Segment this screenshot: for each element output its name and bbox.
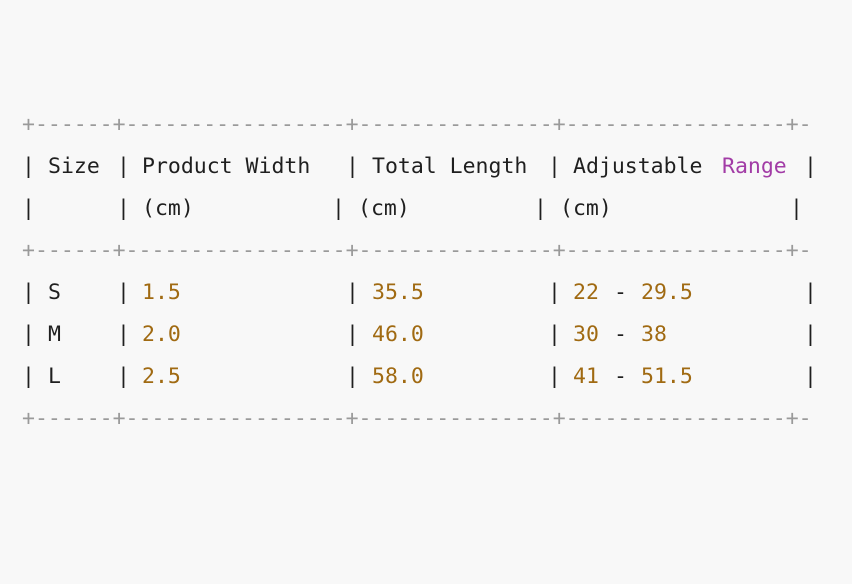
pipe: |: [346, 322, 359, 347]
cell-range-max: 38: [641, 322, 667, 347]
table-row: | M | 2.0 | 46.0 | 30 - 38 |: [22, 314, 817, 356]
cell-length: 35.5: [372, 280, 424, 305]
header-product-width: Product Width: [142, 154, 311, 179]
pipe: |: [804, 154, 817, 179]
header-adjustable: Adjustable: [573, 154, 703, 179]
table-row: | S | 1.5 | 35.5 | 22 - 29.5 |: [22, 272, 817, 314]
header-range: Range: [722, 154, 787, 179]
pipe: |: [332, 196, 345, 221]
cell-range-dash: -: [614, 322, 627, 347]
pipe: |: [346, 364, 359, 389]
cell-range-dash: -: [614, 364, 627, 389]
pipe: |: [548, 280, 561, 305]
border-line: +------+-----------------+--------------…: [22, 112, 812, 137]
cell-range-dash: -: [614, 280, 627, 305]
pipe: |: [548, 364, 561, 389]
cell-size: S: [48, 280, 61, 305]
pipe: |: [22, 154, 35, 179]
table-border-top: +------+-----------------+--------------…: [22, 104, 812, 146]
pipe: |: [22, 322, 35, 347]
cell-width: 2.0: [142, 322, 181, 347]
table-row: | L | 2.5 | 58.0 | 41 - 51.5 |: [22, 356, 817, 398]
pipe: |: [22, 280, 35, 305]
header-row-1: | Size | Product Width | Total Length | …: [22, 146, 817, 188]
cell-size: L: [48, 364, 61, 389]
cell-range-max: 29.5: [641, 280, 693, 305]
header-width-unit: (cm): [142, 196, 194, 221]
cell-length: 46.0: [372, 322, 424, 347]
cell-range-min: 22: [573, 280, 599, 305]
pipe: |: [790, 196, 803, 221]
header-size: Size: [48, 154, 100, 179]
header-total-length: Total Length: [372, 154, 528, 179]
cell-range-max: 51.5: [641, 364, 693, 389]
border-line: +------+-----------------+--------------…: [22, 406, 812, 431]
pipe: |: [804, 322, 817, 347]
pipe: |: [804, 280, 817, 305]
cell-length: 58.0: [372, 364, 424, 389]
table-border-bottom: +------+-----------------+--------------…: [22, 398, 812, 440]
pipe: |: [346, 280, 359, 305]
pipe: |: [22, 364, 35, 389]
pipe: |: [117, 154, 130, 179]
size-table: +------+-----------------+--------------…: [22, 104, 817, 440]
pipe: |: [117, 280, 130, 305]
pipe: |: [548, 154, 561, 179]
table-border-header: +------+-----------------+--------------…: [22, 230, 812, 272]
header-row-2: | | (cm) | (cm) | (cm) |: [22, 188, 803, 230]
page: +------+-----------------+--------------…: [0, 0, 852, 584]
pipe: |: [117, 322, 130, 347]
pipe: |: [534, 196, 547, 221]
pipe: |: [117, 364, 130, 389]
cell-size: M: [48, 322, 61, 347]
pipe: |: [804, 364, 817, 389]
pipe: |: [22, 196, 35, 221]
border-line: +------+-----------------+--------------…: [22, 238, 812, 263]
header-length-unit: (cm): [358, 196, 410, 221]
cell-width: 1.5: [142, 280, 181, 305]
cell-range-min: 41: [573, 364, 599, 389]
pipe: |: [117, 196, 130, 221]
pipe: |: [548, 322, 561, 347]
cell-range-min: 30: [573, 322, 599, 347]
cell-width: 2.5: [142, 364, 181, 389]
header-adjustable-unit: (cm): [560, 196, 612, 221]
pipe: |: [346, 154, 359, 179]
